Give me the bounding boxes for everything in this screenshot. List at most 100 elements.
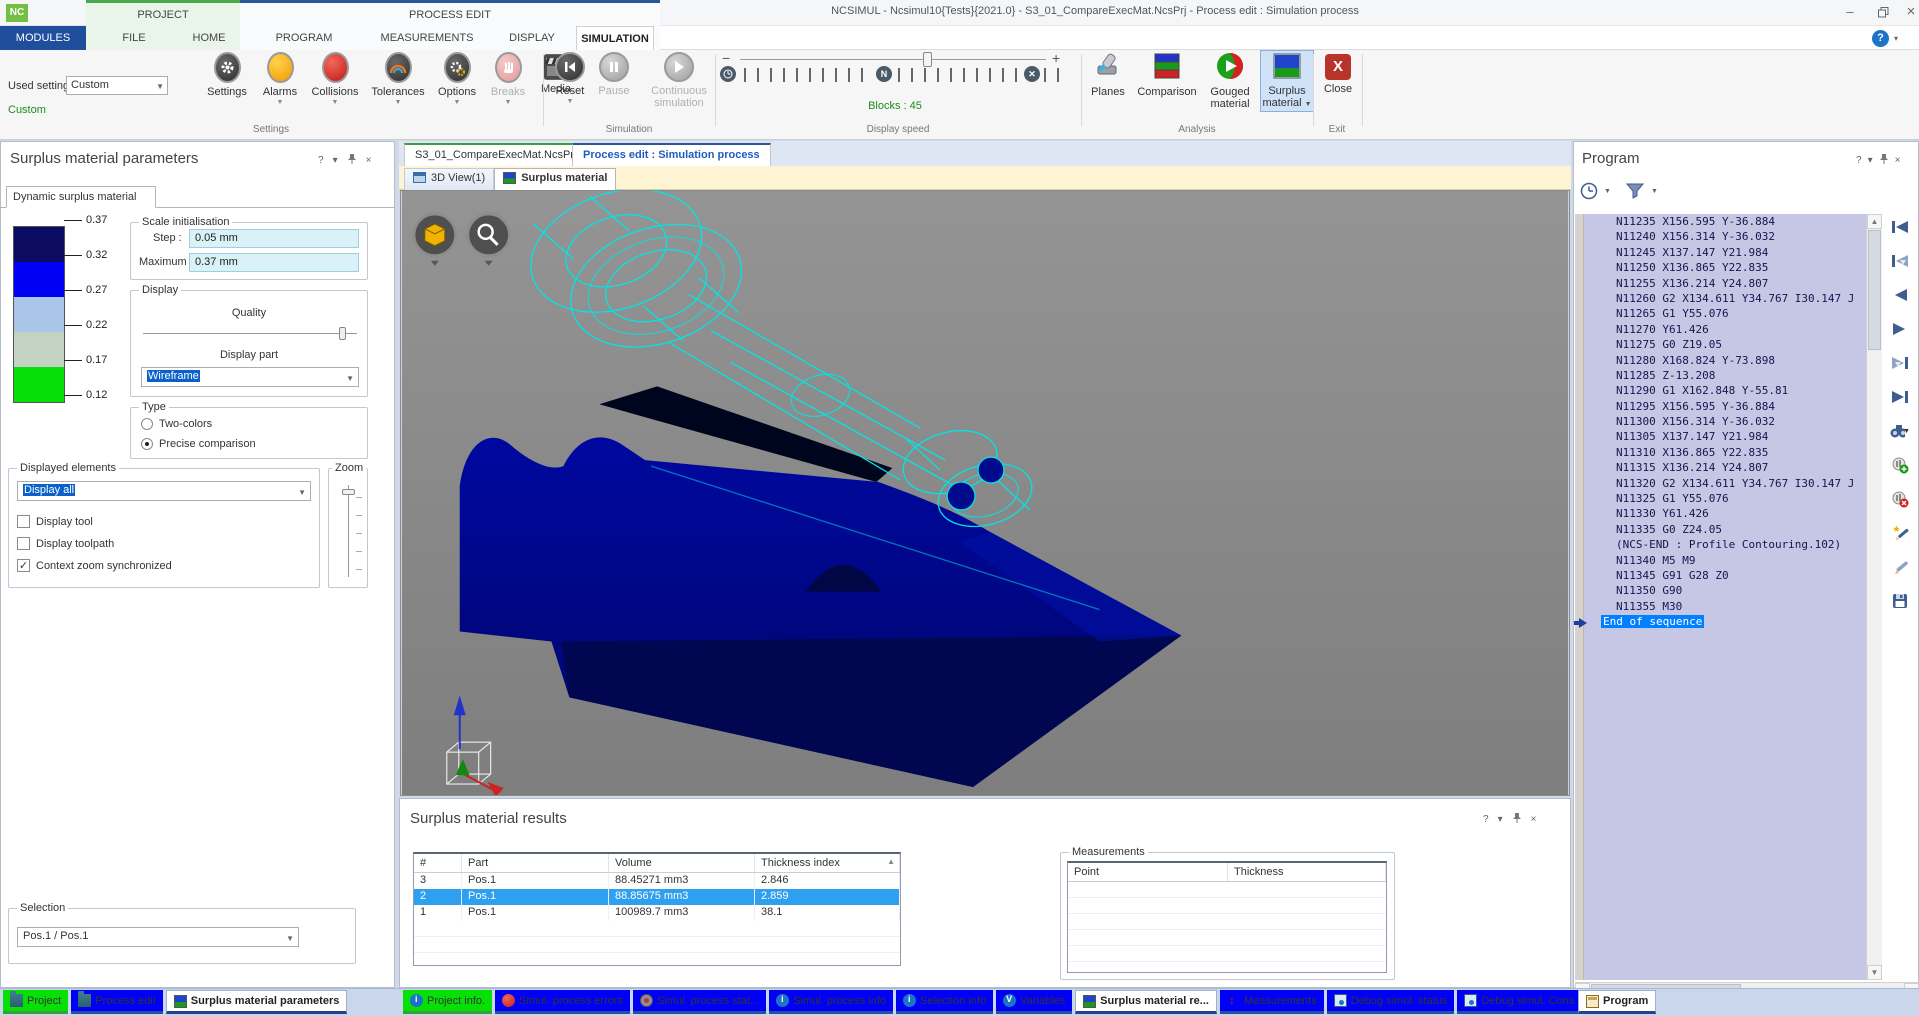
edit-line-icon[interactable] bbox=[1890, 556, 1910, 578]
gcode-line[interactable]: N11285 Z-13.208 bbox=[1584, 368, 1866, 383]
gcode-line[interactable]: N11280 X168.824 Y-73.898 bbox=[1584, 353, 1866, 368]
gouged-material-button[interactable]: Gouged material bbox=[1203, 50, 1257, 112]
chevron-down-icon[interactable]: ▼ bbox=[432, 99, 482, 106]
panel-tab[interactable]: Project bbox=[3, 990, 68, 1014]
gcode-line[interactable]: N11235 X156.595 Y-36.884 bbox=[1584, 214, 1866, 229]
program-vertical-scrollbar[interactable]: ▲ ▼ bbox=[1866, 214, 1882, 980]
stop-speed-icon[interactable]: ✕ bbox=[1024, 66, 1040, 82]
checkbox-icon[interactable] bbox=[17, 537, 30, 550]
close-panel-icon[interactable]: × bbox=[366, 155, 372, 166]
results-table[interactable]: # Part Volume Thickness index▲ 3 Pos.1 8… bbox=[413, 852, 901, 966]
gcode-listing[interactable]: N11235 X156.595 Y-36.884N11240 X156.314 … bbox=[1584, 214, 1866, 980]
gcode-end-line[interactable]: End of sequence bbox=[1584, 614, 1866, 629]
checkbox-icon[interactable] bbox=[17, 559, 30, 572]
planes-button[interactable]: Planes bbox=[1085, 50, 1131, 112]
tab-simulation[interactable]: SIMULATION bbox=[576, 26, 654, 50]
document-tab-project[interactable]: S3_01_CompareExecMat.NcsPrj bbox=[404, 143, 587, 166]
remove-breakpoint-icon[interactable] bbox=[1890, 488, 1910, 510]
chevron-down-icon[interactable]: ▾ bbox=[1868, 155, 1873, 166]
gcode-line[interactable]: N11330 Y61.426 bbox=[1584, 506, 1866, 521]
help-icon[interactable]: ? bbox=[1856, 155, 1862, 166]
clock-speed-icon[interactable] bbox=[720, 66, 736, 82]
gcode-line[interactable]: N11260 G2 X134.611 Y34.767 I30.147 J bbox=[1584, 291, 1866, 306]
clock-history-icon[interactable] bbox=[1580, 182, 1598, 200]
status-tab[interactable]: Simul. process stat... bbox=[633, 990, 766, 1014]
gcode-line[interactable]: N11245 X137.147 Y21.984 bbox=[1584, 245, 1866, 260]
chevron-down-icon[interactable]: ▼ bbox=[1604, 188, 1611, 195]
maximum-input[interactable]: 0.37 mm bbox=[189, 253, 359, 272]
go-to-start-icon[interactable] bbox=[1890, 216, 1910, 238]
radio-icon[interactable] bbox=[141, 438, 153, 450]
status-tab[interactable]: Project info. bbox=[403, 990, 492, 1014]
restore-button[interactable] bbox=[1869, 0, 1897, 24]
column-header[interactable]: Thickness bbox=[1228, 863, 1386, 881]
gcode-line[interactable]: N11275 G0 Z19.05 bbox=[1584, 337, 1866, 352]
displayed-elements-combobox[interactable]: Display all ▼ bbox=[17, 481, 311, 501]
gcode-line[interactable]: N11340 M5 M9 bbox=[1584, 553, 1866, 568]
step-backward-icon[interactable] bbox=[1890, 284, 1910, 306]
options-button[interactable]: Options ▼ bbox=[432, 52, 482, 106]
gcode-line[interactable]: N11355 M30 bbox=[1584, 599, 1866, 614]
panel-tab[interactable]: Surplus material parameters bbox=[166, 990, 348, 1014]
close-simulation-button[interactable]: X Close bbox=[1317, 52, 1359, 95]
step-forward-icon[interactable] bbox=[1890, 318, 1910, 340]
zoom-slider-thumb[interactable] bbox=[342, 489, 355, 495]
gcode-line[interactable]: N11250 X136.865 Y22.835 bbox=[1584, 260, 1866, 275]
pin-icon[interactable] bbox=[1512, 812, 1522, 826]
gcode-line[interactable]: N11295 X156.595 Y-36.884 bbox=[1584, 399, 1866, 414]
normal-speed-icon[interactable]: N bbox=[876, 66, 892, 82]
gcode-line[interactable]: N11315 X136.214 Y24.807 bbox=[1584, 460, 1866, 475]
status-tab[interactable]: Surplus material re... bbox=[1075, 990, 1217, 1014]
status-tab[interactable]: Measurements bbox=[1220, 990, 1324, 1014]
reset-button[interactable]: Reset ▼ bbox=[549, 52, 591, 109]
column-header[interactable]: Thickness index▲ bbox=[755, 854, 900, 872]
insert-line-icon[interactable] bbox=[1890, 522, 1910, 544]
measurements-table[interactable]: Point Thickness bbox=[1067, 861, 1387, 973]
status-tab[interactable]: Simul. process info bbox=[769, 990, 893, 1014]
minimize-button[interactable]: – bbox=[1836, 0, 1864, 24]
gcode-line[interactable]: N11335 G0 Z24.05 bbox=[1584, 522, 1866, 537]
chevron-down-icon[interactable]: ▼ bbox=[1651, 188, 1658, 195]
gcode-line[interactable]: N11265 G1 Y55.076 bbox=[1584, 306, 1866, 321]
status-tab[interactable]: Variables bbox=[996, 990, 1072, 1014]
speed-minus-button[interactable]: − bbox=[722, 50, 730, 66]
scroll-up-icon[interactable]: ▲ bbox=[1867, 214, 1882, 229]
chevron-down-icon[interactable]: ▼ bbox=[367, 99, 429, 106]
comparison-button[interactable]: Comparison bbox=[1134, 50, 1200, 112]
checkbox-option[interactable]: Context zoom synchronized bbox=[17, 559, 172, 572]
settings-button[interactable]: Settings bbox=[200, 52, 254, 106]
column-header[interactable]: Part bbox=[462, 854, 609, 872]
used-settings-combobox[interactable]: Custom▼ bbox=[66, 76, 168, 95]
checkbox-option[interactable]: Display toolpath bbox=[17, 537, 172, 550]
filter-funnel-icon[interactable] bbox=[1625, 182, 1645, 200]
tab-program[interactable]: PROGRAM bbox=[268, 26, 340, 50]
panel-tab[interactable]: Process edit bbox=[71, 990, 163, 1014]
alarms-button[interactable]: Alarms ▼ bbox=[257, 52, 303, 106]
view-tab-3d[interactable]: 3D View(1) bbox=[404, 168, 494, 190]
chevron-down-icon[interactable]: ▼ bbox=[306, 99, 364, 106]
speed-ticks[interactable] bbox=[1044, 68, 1064, 82]
speed-ticks[interactable] bbox=[744, 68, 872, 82]
speed-plus-button[interactable]: + bbox=[1052, 50, 1060, 66]
radio-icon[interactable] bbox=[141, 418, 153, 430]
pin-icon[interactable] bbox=[1879, 153, 1889, 167]
go-to-end-icon[interactable] bbox=[1890, 386, 1910, 408]
help-icon[interactable]: ? bbox=[1483, 814, 1489, 825]
table-row[interactable]: 3 Pos.1 88.45271 mm3 2.846 bbox=[414, 873, 900, 889]
pin-icon[interactable] bbox=[347, 153, 357, 167]
gcode-line[interactable]: N11290 G1 X162.848 Y-55.81 bbox=[1584, 383, 1866, 398]
display-part-combobox[interactable]: Wireframe ▼ bbox=[141, 367, 359, 387]
table-row[interactable]: 1 Pos.1 100989.7 mm3 38.1 bbox=[414, 905, 900, 921]
zoom-slider-track[interactable] bbox=[348, 485, 349, 577]
tab-measurements[interactable]: MEASUREMENTS bbox=[380, 26, 474, 50]
view-tab-surplus-material[interactable]: Surplus material bbox=[494, 168, 616, 190]
tab-display[interactable]: DISPLAY bbox=[504, 26, 560, 50]
checkbox-option[interactable]: Display tool bbox=[17, 515, 172, 528]
speed-ticks[interactable] bbox=[898, 68, 1020, 82]
quality-slider-thumb[interactable] bbox=[339, 327, 346, 340]
tab-home[interactable]: HOME bbox=[180, 26, 238, 50]
status-tab[interactable]: Selection info bbox=[896, 990, 993, 1014]
chevron-down-icon[interactable]: ▾ bbox=[1498, 814, 1503, 825]
help-icon[interactable]: ? bbox=[1872, 30, 1889, 47]
viewport-3d[interactable] bbox=[400, 190, 1570, 796]
